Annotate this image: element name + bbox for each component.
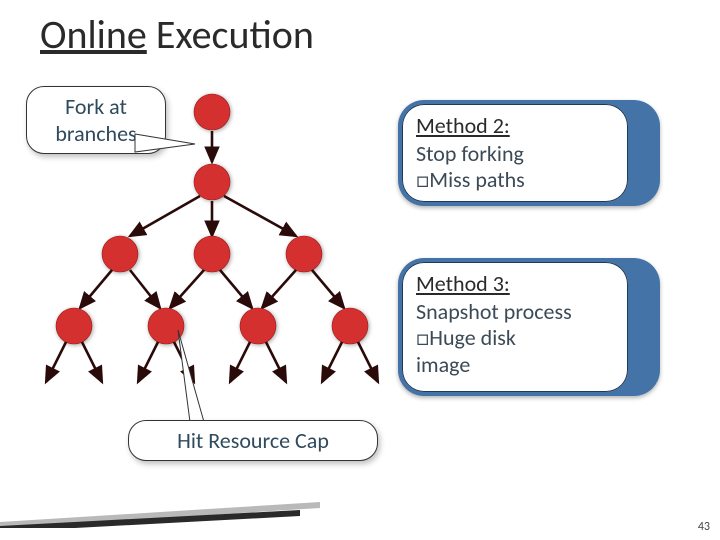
- method-3-line3: image: [416, 352, 614, 378]
- callout-hit-label: Hit Resource Cap: [177, 427, 329, 454]
- node-l3-c: [240, 308, 276, 344]
- method-3-line1: Snapshot process: [416, 299, 614, 325]
- method-2-line1: Stop forking: [416, 141, 614, 167]
- method-3-line2: □Huge disk: [416, 325, 614, 351]
- node-l2-c: [286, 236, 322, 272]
- node-l1: [194, 164, 230, 200]
- method-3-box: Method 3: Snapshot process □Huge disk im…: [398, 258, 660, 396]
- page-number: 43: [698, 520, 710, 534]
- callout-hit: Hit Resource Cap: [128, 420, 378, 461]
- bottom-decoration: [0, 502, 320, 528]
- node-root: [194, 94, 230, 130]
- method-2-title: Method 2:: [416, 112, 614, 139]
- callout-hit-tail: [164, 330, 224, 430]
- node-l2-b: [194, 236, 230, 272]
- title-rest: Execution: [147, 10, 314, 59]
- slide-title: Online Execution: [40, 10, 314, 59]
- title-underlined: Online: [40, 10, 147, 59]
- method-2-box: Method 2: Stop forking □Miss paths: [398, 100, 660, 206]
- node-l3-d: [332, 308, 368, 344]
- method-2-line2: □Miss paths: [416, 167, 614, 193]
- method-3-title: Method 3:: [416, 270, 614, 297]
- node-l2-a: [102, 236, 138, 272]
- node-l3-a: [56, 308, 92, 344]
